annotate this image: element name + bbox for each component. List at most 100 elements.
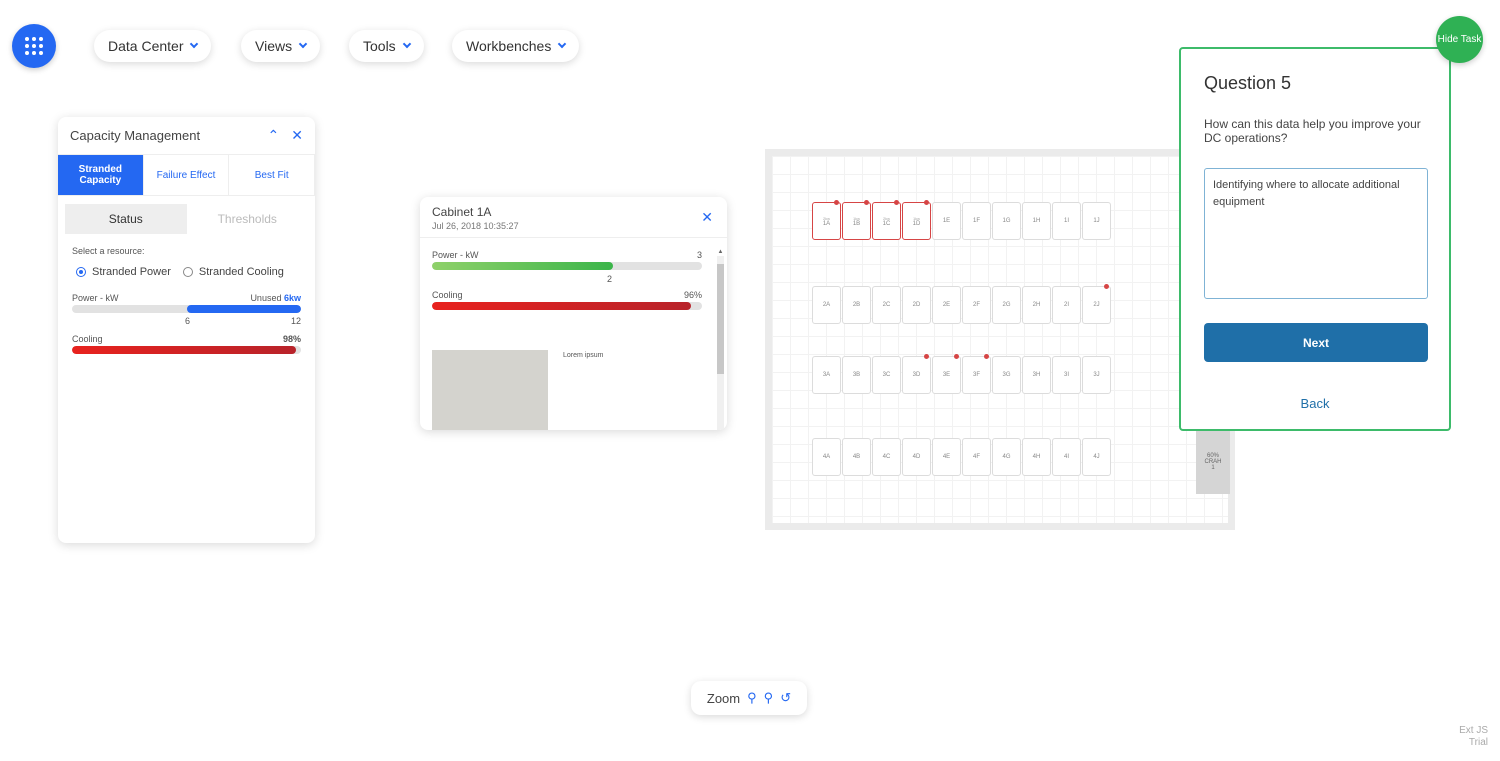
- rack-2h[interactable]: 2H: [1022, 286, 1051, 324]
- nav-workbenches[interactable]: Workbenches: [452, 30, 580, 62]
- floor-plan[interactable]: 2kw 1A 1kw 1B 2kw 1C 1kw 1D 1E 1F 1G 1H 1I 1J 2A 2B 2C 2D…: [765, 149, 1235, 530]
- select-resource-label: Select a resource:: [72, 246, 145, 256]
- cabinet-power-label: Power - kW: [432, 250, 479, 260]
- rack-label: 4H: [1032, 454, 1041, 460]
- zoom-out-icon[interactable]: ⚲: [764, 690, 774, 706]
- rack-label: 1I: [1063, 218, 1069, 224]
- subtab-status[interactable]: Status: [65, 204, 187, 234]
- tab-best-fit[interactable]: Best Fit: [229, 155, 315, 195]
- cabinet-scrollbar[interactable]: ▲ ▼: [717, 249, 724, 430]
- rack-3f[interactable]: 3F: [962, 354, 991, 394]
- cabinet-detail-card: Cabinet 1A Jul 26, 2018 10:35:27 ✕ Power…: [420, 197, 727, 430]
- rack-3h[interactable]: 3H: [1022, 356, 1051, 394]
- next-button[interactable]: Next: [1204, 323, 1428, 362]
- app-menu-button[interactable]: [12, 24, 56, 68]
- alert-marker-icon: [1104, 284, 1109, 289]
- rack-4c[interactable]: 4C: [872, 438, 901, 476]
- close-icon[interactable]: ✕: [291, 127, 303, 144]
- cabinet-power-fill: [432, 262, 613, 270]
- rack-1i[interactable]: 1I: [1052, 202, 1081, 240]
- rack-3j[interactable]: 3J: [1082, 356, 1111, 394]
- radio-stranded-cooling[interactable]: Stranded Cooling: [182, 266, 284, 278]
- rack-4f[interactable]: 4F: [962, 438, 991, 476]
- rack-1g[interactable]: 1G: [992, 202, 1021, 240]
- scroll-up-icon[interactable]: ▲: [717, 249, 724, 255]
- rack-4e[interactable]: 4E: [932, 438, 961, 476]
- rack-2c[interactable]: 2C: [872, 286, 901, 324]
- rack-3c[interactable]: 3C: [872, 356, 901, 394]
- zoom-in-icon[interactable]: ⚲: [747, 690, 757, 706]
- rack-2d[interactable]: 2D: [902, 286, 931, 324]
- rack-3g[interactable]: 3G: [992, 356, 1021, 394]
- rack-3a[interactable]: 3A: [812, 356, 841, 394]
- rack-4a[interactable]: 4A: [812, 438, 841, 476]
- crah-unit[interactable]: 60% CRAH 1: [1196, 430, 1230, 494]
- cooling-fill: [72, 346, 297, 354]
- rack-1j[interactable]: 1J: [1082, 202, 1111, 240]
- rack-4j[interactable]: 4J: [1082, 438, 1111, 476]
- close-icon[interactable]: ✕: [701, 209, 713, 226]
- back-link[interactable]: Back: [1181, 396, 1449, 411]
- answer-textarea[interactable]: Identifying where to allocate additional…: [1204, 168, 1428, 299]
- rack-label: 1E: [942, 218, 951, 224]
- rack-3i[interactable]: 3I: [1052, 356, 1081, 394]
- rack-label: 3J: [1093, 372, 1100, 378]
- rack-4i[interactable]: 4I: [1052, 438, 1081, 476]
- chevron-down-icon: [298, 39, 308, 49]
- power-mid-tick: 6: [185, 316, 191, 326]
- subtab-thresholds[interactable]: Thresholds: [187, 204, 309, 234]
- nav-data-center[interactable]: Data Center: [94, 30, 212, 62]
- rack-label: 3E: [942, 372, 951, 378]
- power-meter: Power - kW Unused 6kw 6 12: [72, 293, 301, 326]
- rack-1b[interactable]: 1kw 1B: [842, 200, 871, 240]
- scrollbar-thumb[interactable]: [717, 264, 724, 374]
- rack-2g[interactable]: 2G: [992, 286, 1021, 324]
- nav-views[interactable]: Views: [241, 30, 321, 62]
- radio-stranded-power[interactable]: Stranded Power: [76, 266, 171, 278]
- alert-marker-icon: [954, 354, 959, 359]
- rack-4g[interactable]: 4G: [992, 438, 1021, 476]
- rack-2e[interactable]: 2E: [932, 286, 961, 324]
- rack-label: 2B: [852, 302, 861, 308]
- rack-4h[interactable]: 4H: [1022, 438, 1051, 476]
- rack-label: 3B: [852, 372, 861, 378]
- rack-4b[interactable]: 4B: [842, 438, 871, 476]
- rack-1h[interactable]: 1H: [1022, 202, 1051, 240]
- rack-1f[interactable]: 1F: [962, 202, 991, 240]
- cabinet-power-meter: Power - kW 3 2: [432, 250, 702, 284]
- power-label: Power - kW: [72, 293, 119, 303]
- cabinet-cooling-fill: [432, 302, 692, 310]
- rack-3e[interactable]: 3E: [932, 354, 961, 394]
- question-title: Question 5: [1204, 73, 1292, 93]
- rack-4d[interactable]: 4D: [902, 438, 931, 476]
- rack-label: 3D: [912, 372, 921, 378]
- tab-stranded-capacity[interactable]: Stranded Capacity: [58, 155, 144, 195]
- rack-label: 3I: [1063, 372, 1069, 378]
- rack-label: 1A: [822, 220, 831, 227]
- rack-label: 4G: [1002, 454, 1011, 460]
- rack-1d[interactable]: 1kw 1D: [902, 200, 931, 240]
- rack-2i[interactable]: 2I: [1052, 286, 1081, 324]
- rack-1c[interactable]: 2kw 1C: [872, 200, 901, 240]
- rack-2f[interactable]: 2F: [962, 286, 991, 324]
- collapse-icon[interactable]: ⌃: [268, 127, 280, 144]
- rack-3b[interactable]: 3B: [842, 356, 871, 394]
- rack-2a[interactable]: 2A: [812, 286, 841, 324]
- rack-label: 4F: [972, 454, 980, 460]
- power-bar: [72, 305, 301, 313]
- zoom-reset-icon[interactable]: ↺: [780, 690, 791, 706]
- rack-1e[interactable]: 1E: [932, 202, 961, 240]
- hide-task-button[interactable]: Hide Task: [1436, 16, 1483, 63]
- nav-tools[interactable]: Tools: [349, 30, 424, 62]
- rack-3d[interactable]: 3D: [902, 354, 931, 394]
- alert-marker-icon: [834, 200, 839, 205]
- rack-label: 3A: [822, 372, 831, 378]
- rack-1a[interactable]: 2kw 1A: [812, 200, 841, 240]
- cabinet-cooling-meter: Cooling 96%: [432, 290, 702, 310]
- zoom-label: Zoom: [706, 690, 741, 706]
- rack-label: 3H: [1032, 372, 1041, 378]
- rack-2j[interactable]: 2J: [1082, 284, 1111, 324]
- tab-failure-effect[interactable]: Failure Effect: [144, 155, 230, 195]
- power-unused-fill: [186, 305, 301, 313]
- rack-2b[interactable]: 2B: [842, 286, 871, 324]
